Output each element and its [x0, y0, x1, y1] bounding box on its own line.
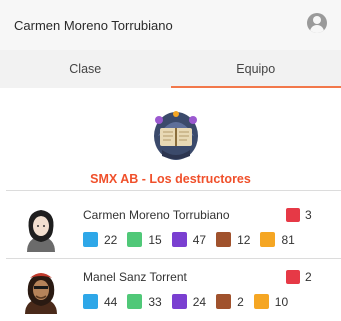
team-name: SMX AB - Los destructores — [90, 172, 251, 186]
member-row[interactable]: Manel Sanz Torrent 2 44 33 24 2 10 — [0, 256, 341, 321]
member-badge: 3 — [286, 208, 312, 222]
blue-running-icon — [83, 294, 98, 309]
stat-value: 47 — [192, 232, 207, 247]
member-stats: 22 15 47 12 81 — [83, 232, 295, 247]
stat-value: 81 — [281, 232, 295, 247]
app-header: Carmen Moreno Torrubiano — [0, 0, 341, 50]
member-avatar — [27, 210, 55, 252]
purple-orb-icon — [171, 294, 187, 309]
stat-value: 15 — [148, 232, 162, 247]
stat-value: 24 — [192, 294, 207, 309]
badge-value: 3 — [305, 208, 312, 222]
stat-value: 33 — [148, 294, 162, 309]
member-name: Manel Sanz Torrent — [83, 270, 187, 284]
orange-flame-icon — [253, 294, 269, 309]
green-running-icon — [127, 294, 143, 309]
user-name-title: Carmen Moreno Torrubiano — [14, 17, 173, 33]
member-avatar — [25, 273, 57, 314]
red-person-icon — [286, 270, 300, 284]
brown-chest-icon — [216, 294, 232, 309]
badge-value: 2 — [305, 270, 312, 284]
stat-value: 12 — [237, 232, 251, 247]
member-stats: 44 33 24 2 10 — [83, 294, 288, 309]
divider — [6, 190, 341, 191]
brown-chest-icon — [216, 232, 232, 247]
stat-value: 44 — [104, 294, 118, 309]
member-row[interactable]: Carmen Moreno Torrubiano 3 22 15 47 12 8… — [0, 194, 341, 260]
team-section: SMX AB - Los destructores — [0, 106, 341, 186]
orange-flame-icon — [260, 232, 276, 247]
stat-value: 10 — [274, 294, 289, 309]
member-name: Carmen Moreno Torrubiano — [83, 208, 230, 222]
user-circle-icon[interactable] — [307, 13, 327, 33]
tab-clase[interactable]: Clase — [0, 50, 171, 88]
spellbook-crest-icon — [154, 111, 198, 160]
blue-running-icon — [83, 232, 98, 247]
tab-equipo[interactable]: Equipo — [170, 50, 341, 88]
tab-bar: Clase Equipo — [0, 50, 341, 88]
member-badge: 2 — [286, 270, 312, 284]
red-person-icon — [286, 208, 300, 222]
stat-value: 22 — [104, 232, 118, 247]
green-running-icon — [127, 232, 143, 247]
stat-value: 2 — [237, 294, 244, 309]
purple-orb-icon — [171, 232, 187, 247]
